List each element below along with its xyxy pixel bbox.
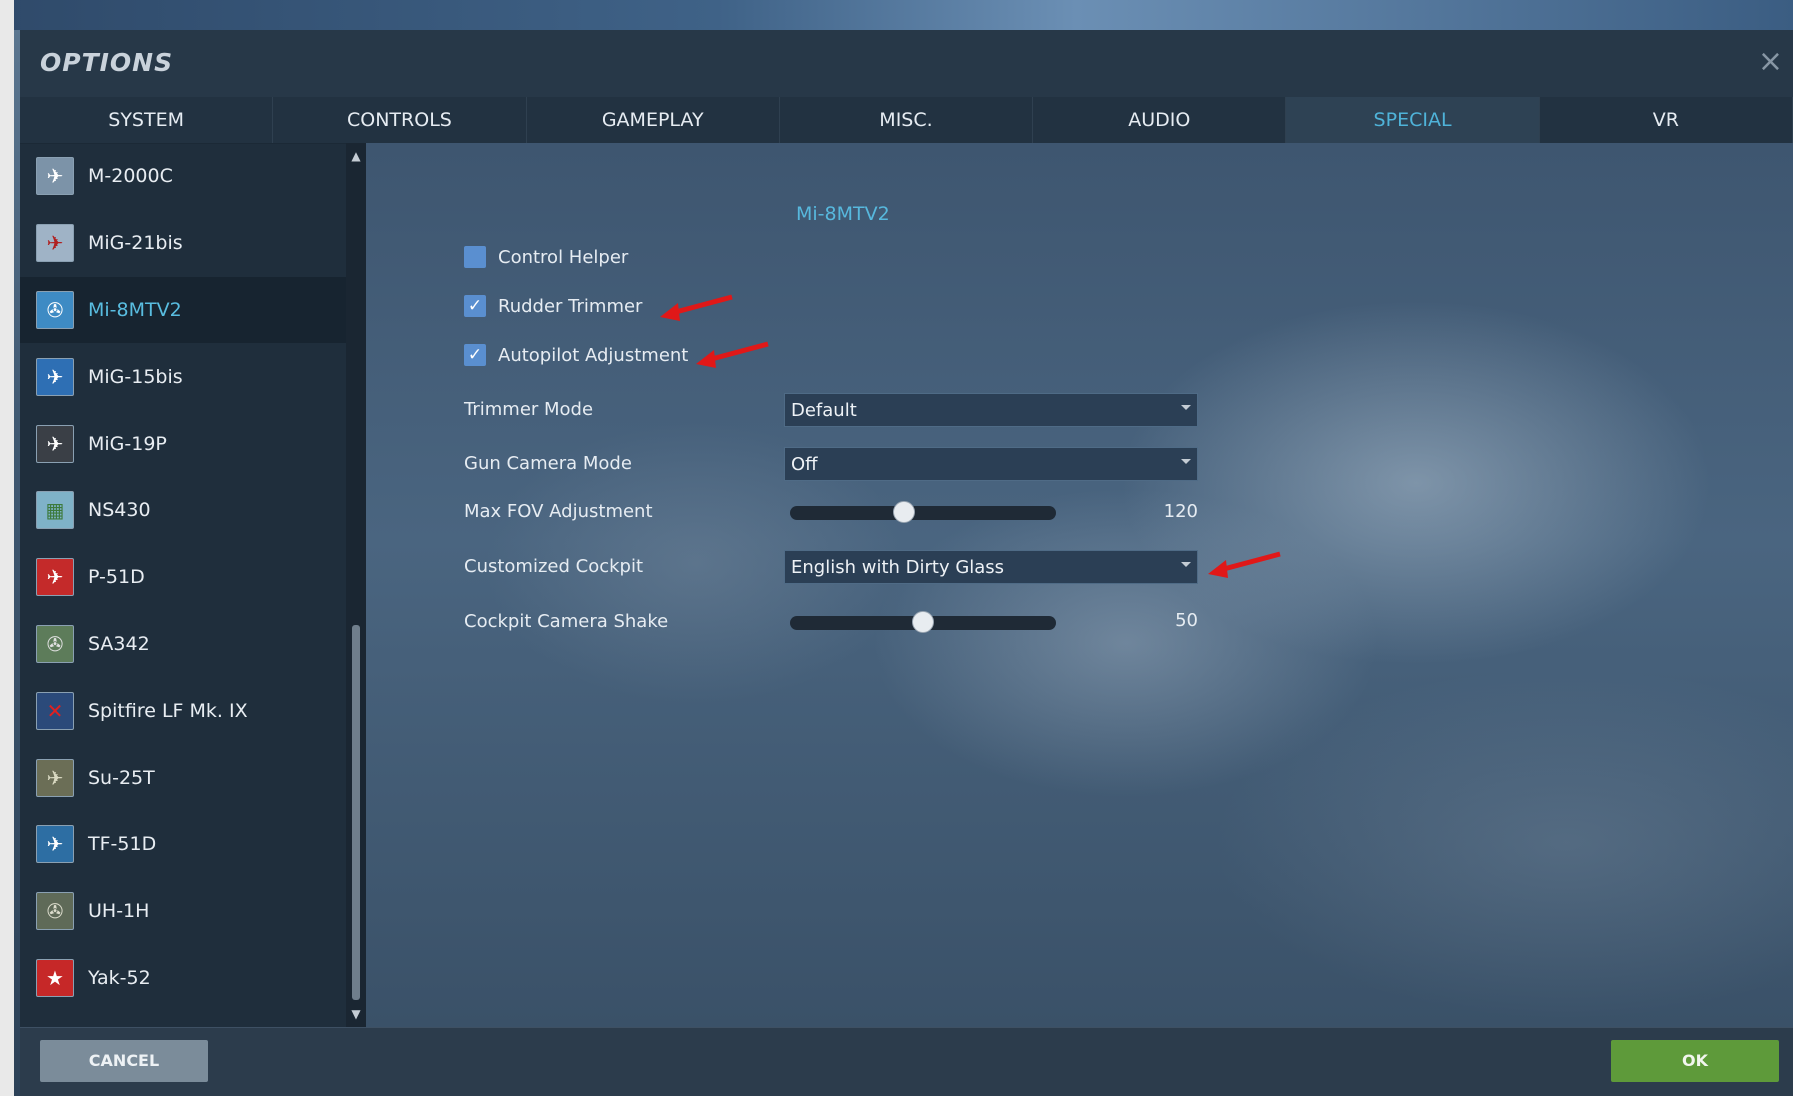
sidebar-item-label: SA342 — [88, 632, 150, 655]
sidebar-scrollbar[interactable]: ▲ ▼ — [346, 143, 366, 1027]
trimmer-mode-value: Default — [791, 400, 857, 421]
trimmer-mode-label: Trimmer Mode — [464, 399, 594, 420]
max-fov-label: Max FOV Adjustment — [464, 501, 653, 522]
chevron-down-icon — [1181, 459, 1191, 464]
control-helper-checkbox[interactable] — [464, 246, 486, 268]
section-title: Mi-8MTV2 — [796, 203, 890, 225]
dialog-footer: CANCEL OK — [20, 1027, 1793, 1096]
su25t-aircraft-icon: ✈ — [36, 758, 74, 797]
tab-misc[interactable]: MISC. — [779, 97, 1034, 143]
trimmer-mode-select[interactable]: Default — [784, 393, 1198, 427]
ns430-map-icon: ▦ — [36, 491, 74, 530]
sidebar-item-label: UH-1H — [88, 900, 150, 923]
sidebar-item-spitfire[interactable]: ✕ Spitfire LF Mk. IX — [20, 677, 346, 744]
autopilot-adjustment-checkbox-row[interactable]: ✓ Autopilot Adjustment — [464, 344, 688, 366]
rudder-trimmer-checkbox-row[interactable]: ✓ Rudder Trimmer — [464, 295, 642, 317]
sidebar-item-ns430[interactable]: ▦ NS430 — [20, 477, 346, 544]
window-edge — [0, 0, 14, 1096]
tab-gameplay[interactable]: GAMEPLAY — [526, 97, 780, 143]
yak52-aircraft-icon: ★ — [36, 958, 74, 997]
chevron-down-icon — [1181, 405, 1191, 410]
mi8-helicopter-icon: ✇ — [36, 290, 74, 329]
sidebar-item-label: Mi-8MTV2 — [88, 298, 182, 321]
sidebar-item-label: M-2000C — [88, 165, 173, 188]
customized-cockpit-select[interactable]: English with Dirty Glass — [784, 550, 1198, 584]
mig21-aircraft-icon: ✈ — [36, 224, 74, 263]
sidebar-item-p51d[interactable]: ✈ P-51D — [20, 544, 346, 611]
slider-handle[interactable] — [912, 611, 934, 633]
ok-button[interactable]: OK — [1611, 1040, 1779, 1082]
sidebar-item-label: Su-25T — [88, 766, 155, 789]
title-bar: OPTIONS × — [20, 30, 1793, 98]
sidebar-item-label: Spitfire LF Mk. IX — [88, 699, 248, 722]
scroll-thumb[interactable] — [352, 625, 360, 1000]
max-fov-value: 120 — [1163, 501, 1198, 522]
sidebar-item-mig19p[interactable]: ✈ MiG-19P — [20, 410, 346, 477]
cockpit-camera-shake-label: Cockpit Camera Shake — [464, 611, 669, 632]
sidebar-item-label: MiG-21bis — [88, 232, 183, 255]
close-icon[interactable]: × — [1758, 44, 1783, 79]
sidebar-item-su25t[interactable]: ✈ Su-25T — [20, 744, 346, 811]
spitfire-aircraft-icon: ✕ — [36, 691, 74, 730]
gun-camera-mode-label: Gun Camera Mode — [464, 453, 632, 474]
max-fov-slider[interactable] — [790, 501, 1056, 523]
tab-controls[interactable]: CONTROLS — [273, 97, 527, 143]
gun-camera-mode-value: Off — [791, 454, 818, 475]
sidebar-item-mig21bis[interactable]: ✈ MiG-21bis — [20, 210, 346, 277]
background-sky — [0, 0, 1793, 30]
sidebar-item-label: MiG-15bis — [88, 365, 183, 388]
mig15-aircraft-icon: ✈ — [36, 357, 74, 396]
sidebar-item-mig15bis[interactable]: ✈ MiG-15bis — [20, 343, 346, 410]
autopilot-adjustment-label: Autopilot Adjustment — [498, 344, 689, 366]
uh1h-helicopter-icon: ✇ — [36, 892, 74, 931]
control-helper-checkbox-row[interactable]: Control Helper — [464, 246, 628, 268]
sidebar-item-label: TF-51D — [88, 833, 157, 856]
slider-handle[interactable] — [893, 501, 916, 523]
sa342-helicopter-icon: ✇ — [36, 624, 74, 663]
rudder-trimmer-label: Rudder Trimmer — [498, 295, 643, 317]
cancel-button[interactable]: CANCEL — [40, 1040, 208, 1082]
customized-cockpit-label: Customized Cockpit — [464, 556, 644, 577]
control-helper-label: Control Helper — [498, 246, 629, 268]
red-arrow-icon — [660, 294, 733, 321]
tab-audio[interactable]: AUDIO — [1033, 97, 1287, 143]
sidebar-item-label: MiG-19P — [88, 432, 167, 455]
tab-vr[interactable]: VR — [1539, 97, 1793, 143]
scroll-down-icon[interactable]: ▼ — [346, 1005, 366, 1023]
tab-system[interactable]: SYSTEM — [20, 97, 274, 143]
rudder-trimmer-checkbox[interactable]: ✓ — [464, 295, 486, 317]
red-arrow-icon — [1208, 551, 1281, 578]
m2000c-aircraft-icon: ✈ — [36, 157, 74, 196]
sidebar-item-yak52[interactable]: ★ Yak-52 — [20, 945, 346, 1012]
customized-cockpit-value: English with Dirty Glass — [791, 557, 1005, 578]
sidebar-item-label: P-51D — [88, 566, 145, 589]
sidebar-item-uh1h[interactable]: ✇ UH-1H — [20, 878, 346, 945]
check-icon: ✓ — [467, 296, 483, 316]
sidebar-item-label: Yak-52 — [88, 966, 151, 989]
sidebar-item-mi8mtv2[interactable]: ✇ Mi-8MTV2 — [20, 276, 346, 344]
scroll-up-icon[interactable]: ▲ — [346, 147, 366, 165]
module-sidebar: ✈ M-2000C ✈ MiG-21bis ✇ Mi-8MTV2 ✈ MiG-1… — [20, 143, 366, 1027]
dialog-title: OPTIONS — [40, 48, 174, 77]
module-list: ✈ M-2000C ✈ MiG-21bis ✇ Mi-8MTV2 ✈ MiG-1… — [20, 143, 346, 1011]
tab-bar: SYSTEM CONTROLS GAMEPLAY MISC. AUDIO SPE… — [20, 97, 1793, 144]
sidebar-item-tf51d[interactable]: ✈ TF-51D — [20, 811, 346, 878]
cockpit-camera-shake-slider[interactable] — [790, 611, 1056, 633]
gun-camera-mode-select[interactable]: Off — [784, 447, 1198, 481]
mig19-aircraft-icon: ✈ — [36, 424, 74, 463]
check-icon: ✓ — [467, 345, 483, 365]
tab-special[interactable]: SPECIAL — [1286, 97, 1540, 143]
tf51d-aircraft-icon: ✈ — [36, 825, 74, 864]
sidebar-item-label: NS430 — [88, 499, 151, 522]
special-settings-panel: Mi-8MTV2 Control Helper ✓ Rudder Trimmer… — [366, 143, 1793, 1027]
red-arrow-icon — [696, 341, 769, 368]
options-dialog: OPTIONS × SYSTEM CONTROLS GAMEPLAY MISC.… — [20, 30, 1793, 1096]
sidebar-item-sa342[interactable]: ✇ SA342 — [20, 611, 346, 678]
autopilot-adjustment-checkbox[interactable]: ✓ — [464, 344, 486, 366]
chevron-down-icon — [1181, 562, 1191, 567]
cockpit-camera-shake-value: 50 — [1175, 610, 1198, 631]
p51d-aircraft-icon: ✈ — [36, 558, 74, 597]
sidebar-item-m2000c[interactable]: ✈ M-2000C — [20, 143, 346, 210]
